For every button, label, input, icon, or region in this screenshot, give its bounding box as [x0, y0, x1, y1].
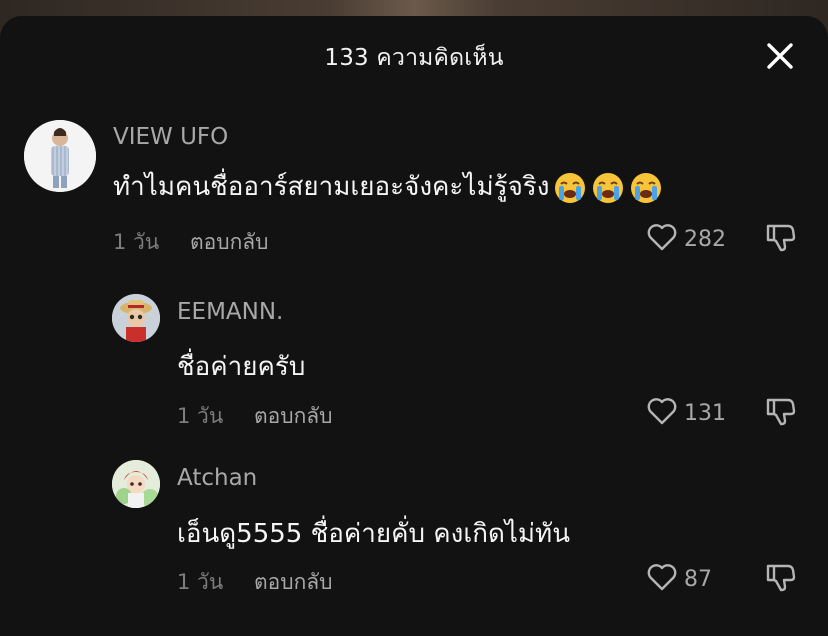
thumbs-down-icon[interactable] [764, 394, 798, 428]
heart-icon [646, 222, 678, 256]
thumbs-down-icon[interactable] [764, 220, 798, 254]
comment-text: เอ็นดู5555 ชื่อค่ายคั่บ คงเกิดไม่ทัน [177, 519, 570, 549]
like-count: 131 [684, 400, 726, 426]
comment-time: 1 วัน [113, 230, 160, 254]
reply-button[interactable]: ตอบกลับ [254, 400, 333, 433]
comment-username[interactable]: EEMANN. [177, 299, 283, 325]
avatar[interactable] [112, 294, 160, 342]
like-button[interactable]: 131 [646, 396, 726, 430]
comments-count-title: 133 ความคิดเห็น [324, 45, 504, 71]
comment-text-body: ทำไมคนชื่ออาร์สยามเยอะจังคะไม่รู้จริง [113, 172, 550, 202]
like-button[interactable]: 87 [646, 562, 712, 596]
close-icon[interactable] [760, 36, 800, 76]
loudly-crying-face-icon [553, 171, 587, 205]
comment-time: 1 วัน [177, 404, 224, 428]
avatar[interactable] [112, 460, 160, 508]
heart-icon [646, 396, 678, 430]
comment-username[interactable]: Atchan [177, 465, 257, 491]
reply-button[interactable]: ตอบกลับ [254, 566, 333, 599]
thumbs-down-icon[interactable] [764, 560, 798, 594]
avatar[interactable] [24, 120, 96, 192]
like-count: 87 [684, 566, 712, 592]
like-count: 282 [684, 226, 726, 252]
reply-button[interactable]: ตอบกลับ [190, 226, 269, 259]
comments-sheet: 133 ความคิดเห็น VIEW UFO ทำไมคนชื่ออาร์ส… [0, 16, 828, 636]
loudly-crying-face-icon [591, 171, 625, 205]
loudly-crying-face-icon [629, 171, 663, 205]
comment-text: ชื่อค่ายครับ [177, 352, 306, 382]
comment-username[interactable]: VIEW UFO [113, 124, 228, 150]
comment-text: ทำไมคนชื่ออาร์สยามเยอะจังคะไม่รู้จริง [113, 166, 663, 207]
like-button[interactable]: 282 [646, 222, 726, 256]
comment-time: 1 วัน [177, 570, 224, 594]
heart-icon [646, 562, 678, 596]
